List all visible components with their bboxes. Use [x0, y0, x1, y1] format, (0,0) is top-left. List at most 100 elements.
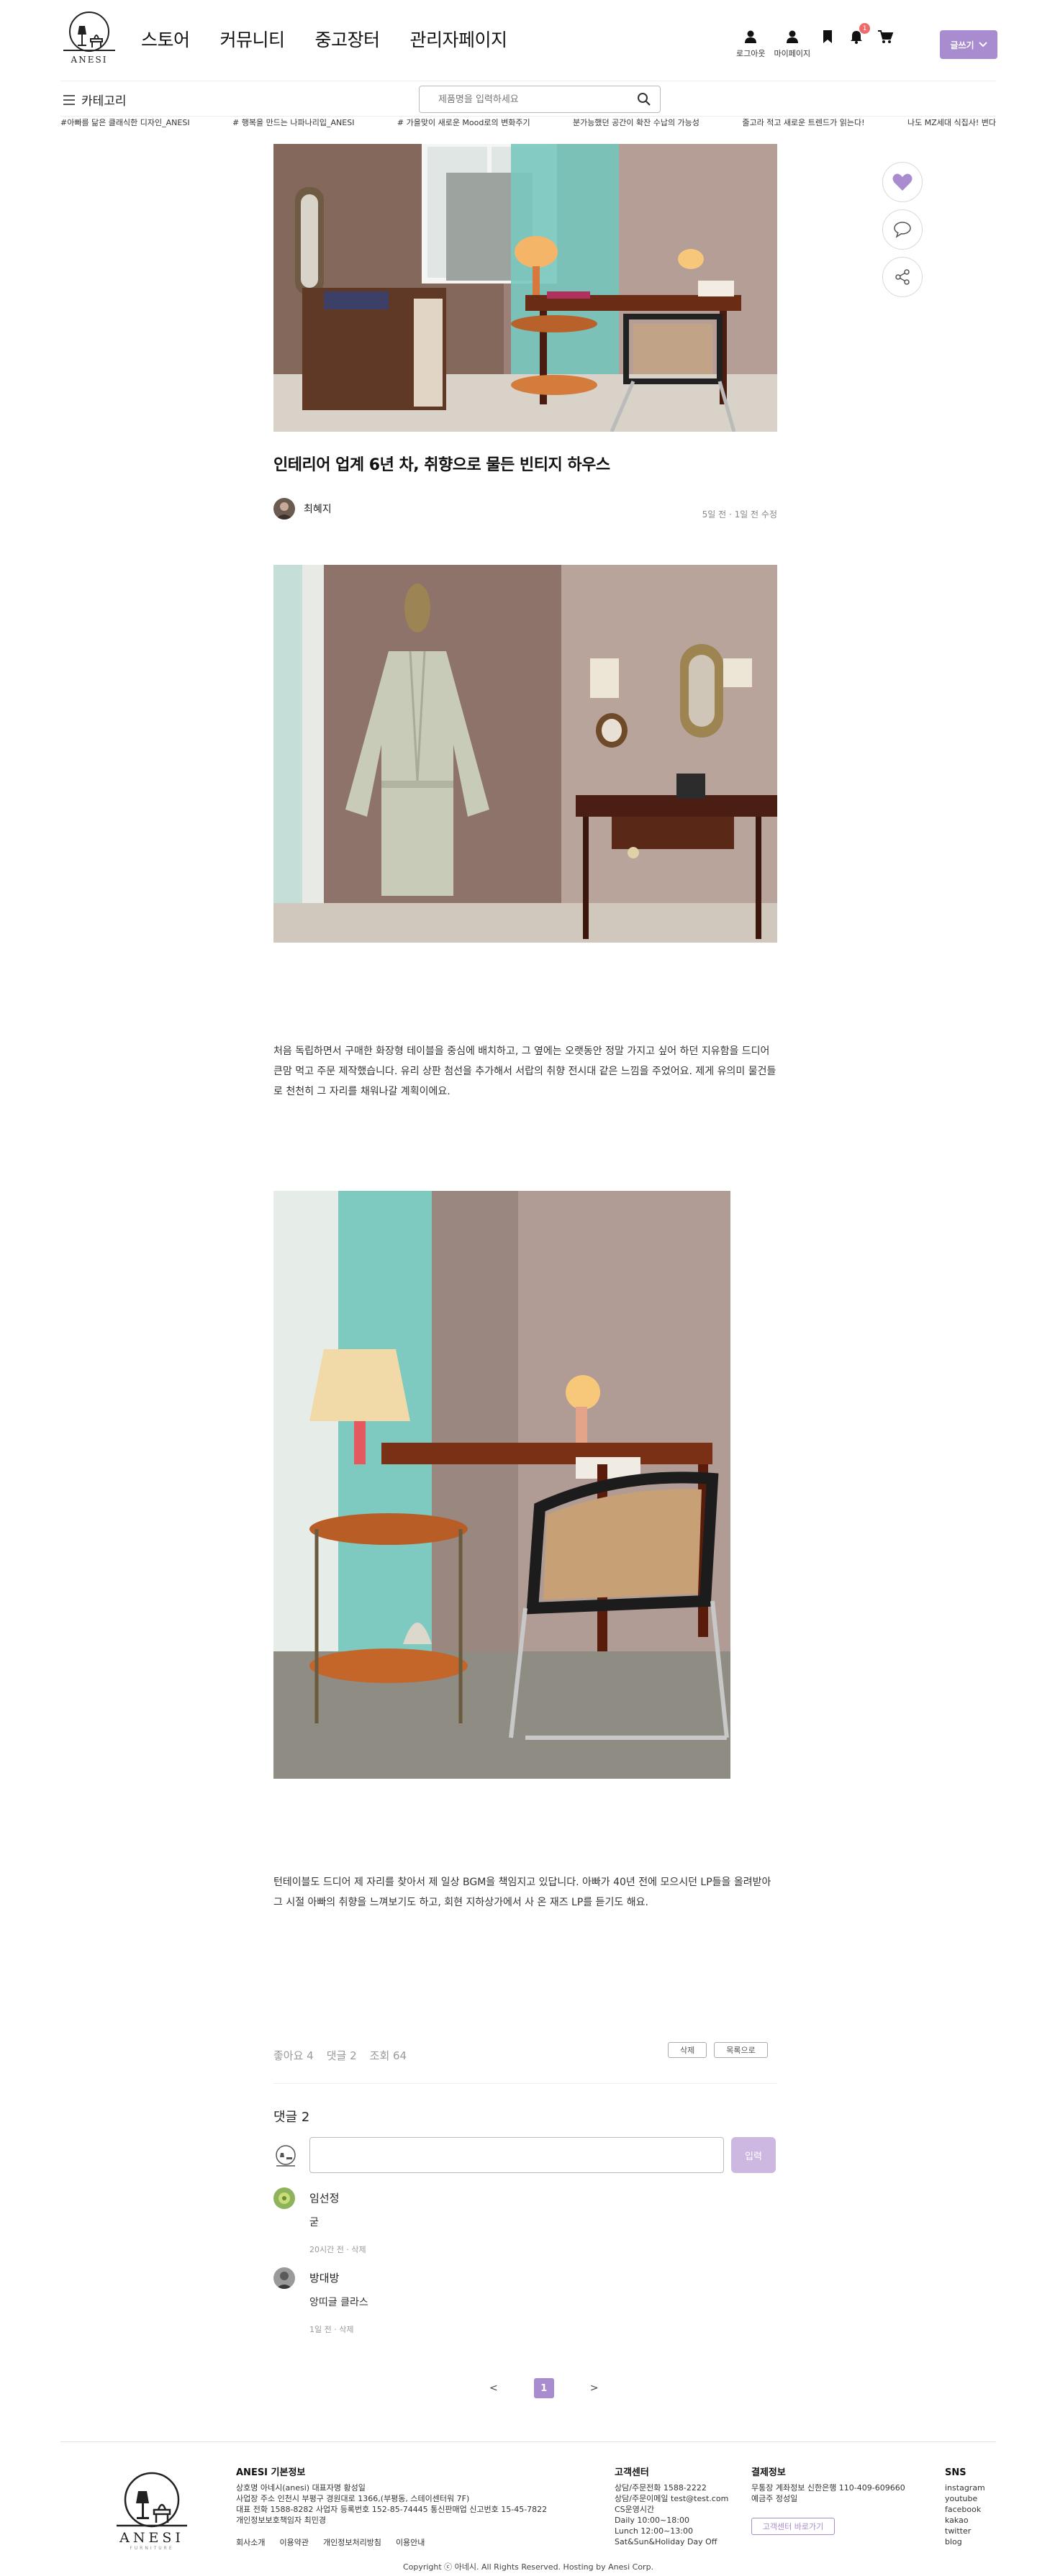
bookmark-button[interactable] — [819, 29, 836, 45]
comments-heading: 댓글 2 — [273, 2110, 310, 2125]
company-info-line: 상호명 아네시(anesi) 대표자명 황성일 — [236, 2483, 366, 2493]
back-to-list-button[interactable]: 목록으로 — [714, 2042, 768, 2058]
footer-link[interactable]: 이용약관 — [279, 2536, 308, 2548]
comment-form: 입력 — [273, 2137, 777, 2174]
comment-item: 방대방 앙띠글 클라스 1일 전 · 삭제 — [273, 2267, 777, 2335]
comment-text: 굳 — [309, 2217, 319, 2228]
mypage-person-icon — [784, 29, 801, 45]
logo-text: ANESI — [71, 55, 108, 65]
sns-link[interactable]: youtube — [945, 2493, 995, 2504]
ticker-item[interactable]: 줄고라 적고 새로운 트렌드가 읽는다! — [742, 117, 864, 132]
ticker-item[interactable]: 분가능했던 공간이 확잔 수납의 가능성 — [573, 117, 699, 132]
author-avatar — [273, 498, 295, 520]
search-box — [419, 86, 661, 113]
search-input[interactable] — [420, 94, 628, 105]
ticker-item[interactable]: # 행복을 만드는 나파나리입_ANESI — [232, 117, 354, 132]
sns-link[interactable]: instagram — [945, 2482, 995, 2493]
post-stats: 좋아요 4 댓글 2 조회 64 — [273, 2048, 407, 2063]
sns-link[interactable]: blog — [945, 2536, 995, 2547]
cs-line: Daily 10:00~18:00 — [615, 2516, 689, 2525]
cs-line: 상담/주문이메일 test@test.com — [615, 2494, 729, 2503]
customer-center: 고객센터 상담/주문전화 1588-2222 상담/주문이메일 test@tes… — [615, 2467, 737, 2547]
delete-post-button[interactable]: 삭제 — [668, 2042, 707, 2058]
cs-line: Sat&Sun&Holiday Day Off — [615, 2537, 717, 2546]
footer-link[interactable]: 개인정보처리방침 — [323, 2536, 381, 2548]
footer-link[interactable]: 회사소개 — [236, 2536, 265, 2548]
write-button[interactable]: 글쓰기 — [940, 30, 997, 59]
sns-link[interactable]: kakao — [945, 2515, 995, 2526]
share-icon — [895, 269, 910, 285]
customer-center-title: 고객센터 — [615, 2467, 649, 2478]
robe-vanity-photo — [273, 565, 777, 943]
speech-bubble-icon — [894, 222, 911, 238]
author-name: 최혜지 — [304, 504, 332, 515]
post-paragraph-2: 턴테이블도 드디어 제 자리를 찾아서 제 일상 BGM을 책임지고 있답니다.… — [273, 1877, 771, 1908]
brand-logo[interactable]: ANESI — [60, 10, 118, 66]
current-page[interactable]: 1 — [533, 2378, 554, 2398]
footer-logo-subtext: FURNITURE — [130, 2546, 174, 2551]
share-button[interactable] — [882, 257, 923, 297]
footer-link[interactable]: 이용안내 — [396, 2536, 425, 2548]
comment-input[interactable] — [309, 2137, 724, 2173]
comment-meta[interactable]: 1일 전 · 삭제 — [309, 2323, 353, 2335]
company-info: ANESI 기본정보 상호명 아네시(anesi) 대표자명 황성일 사업장 주… — [236, 2467, 567, 2526]
nav-store[interactable]: 스토어 — [141, 26, 190, 52]
site-header: ANESI 스토어 커뮤니티 중고장터 관리자페이지 로그아웃 마이페이지 1 — [0, 0, 1037, 76]
heart-icon — [892, 173, 913, 191]
post-actions: 삭제 목록으로 — [668, 2042, 768, 2058]
like-button[interactable] — [882, 162, 923, 202]
post-paragraph-1: 처음 독립하면서 구매한 화장형 테이블을 중심에 배치하고, 그 옆에는 오랫… — [273, 1046, 776, 1097]
logo-emblem-icon — [63, 12, 115, 52]
nav-market[interactable]: 중고장터 — [315, 26, 381, 52]
ticker-item[interactable]: #아빠를 닮은 클래식한 디자인_ANESI — [60, 117, 190, 132]
category-label: 카테고리 — [81, 94, 127, 109]
company-info-line: 사업장 주소 인천시 부평구 경원대로 1366,(부평동, 스테이센터워 7F… — [236, 2494, 470, 2503]
payment-line: 무통장 계좌정보 신한은행 110-409-609660 — [751, 2483, 905, 2493]
comment-jump-button[interactable] — [882, 209, 923, 250]
my-avatar-icon — [273, 2144, 298, 2169]
sub-bar: 카테고리 — [60, 81, 996, 117]
desk-chair-photo — [273, 1191, 730, 1779]
cs-line: CS운영시간 — [615, 2505, 655, 2514]
post-author[interactable]: 최혜지 — [273, 498, 332, 520]
logout-label: 로그아웃 — [736, 49, 766, 58]
site-footer: ANESI FURNITURE ANESI 기본정보 상호명 아네시(anesi… — [60, 2441, 996, 2576]
hamburger-icon — [63, 94, 75, 105]
company-info-line: 대표 전화 1588-8282 사업자 등록번호 152-85-74445 통신… — [236, 2505, 548, 2514]
utility-menu: 로그아웃 마이페이지 1 — [736, 23, 905, 59]
payment-info: 결제정보 무통장 계좌정보 신한은행 110-409-609660 예금주 정성… — [751, 2467, 931, 2504]
mypage-button[interactable]: 마이페이지 — [774, 29, 810, 59]
ticker-item[interactable]: # 가을맞이 새로운 Mood로의 변화주기 — [397, 117, 530, 132]
logout-button[interactable]: 로그아웃 — [736, 29, 765, 59]
comment-text: 앙띠글 클라스 — [309, 2297, 368, 2308]
sns-link[interactable]: facebook — [945, 2504, 995, 2515]
cart-button[interactable] — [877, 29, 894, 45]
ticker-item[interactable]: 나도 MZ세대 식집사! 변다 — [907, 117, 996, 132]
bookmark-icon — [823, 30, 833, 43]
hashtag-ticker: #아빠를 닮은 클래식한 디자인_ANESI # 행복을 만드는 나파나리입_A… — [60, 117, 996, 132]
hero-room-photo — [273, 144, 777, 432]
write-button-label: 글쓰기 — [950, 40, 974, 50]
notification-button[interactable]: 1 — [848, 23, 871, 45]
next-page-button[interactable]: > — [590, 2382, 599, 2394]
cs-line: 상담/주문전화 1588-2222 — [615, 2483, 707, 2493]
sns-links: SNS instagram youtube facebook kakao twi… — [945, 2467, 995, 2547]
views-count: 조회 64 — [369, 2049, 407, 2062]
commenter-name: 임선정 — [309, 2192, 340, 2205]
cs-line: Lunch 12:00~13:00 — [615, 2526, 694, 2536]
comment-submit-button[interactable]: 입력 — [731, 2137, 776, 2173]
sns-link[interactable]: twitter — [945, 2526, 995, 2536]
footer-logo[interactable]: ANESI FURNITURE — [112, 2471, 191, 2551]
customer-center-button[interactable]: 고객센터 바로가기 — [751, 2518, 835, 2535]
nav-community[interactable]: 커뮤니티 — [220, 26, 286, 52]
nav-admin[interactable]: 관리자페이지 — [410, 26, 508, 52]
footer-logo-text: ANESI — [119, 2530, 184, 2546]
comments-count: 댓글 2 — [326, 2049, 357, 2062]
company-info-title: ANESI 기본정보 — [236, 2467, 306, 2478]
search-icon[interactable] — [628, 92, 660, 106]
prev-page-button[interactable]: < — [489, 2382, 498, 2394]
category-menu-button[interactable]: 카테고리 — [63, 91, 127, 109]
payment-line: 예금주 정성일 — [751, 2494, 798, 2503]
comment-meta[interactable]: 20시간 전 · 삭제 — [309, 2244, 366, 2255]
post-date: 5일 전 · 1일 전 수정 — [702, 509, 777, 520]
